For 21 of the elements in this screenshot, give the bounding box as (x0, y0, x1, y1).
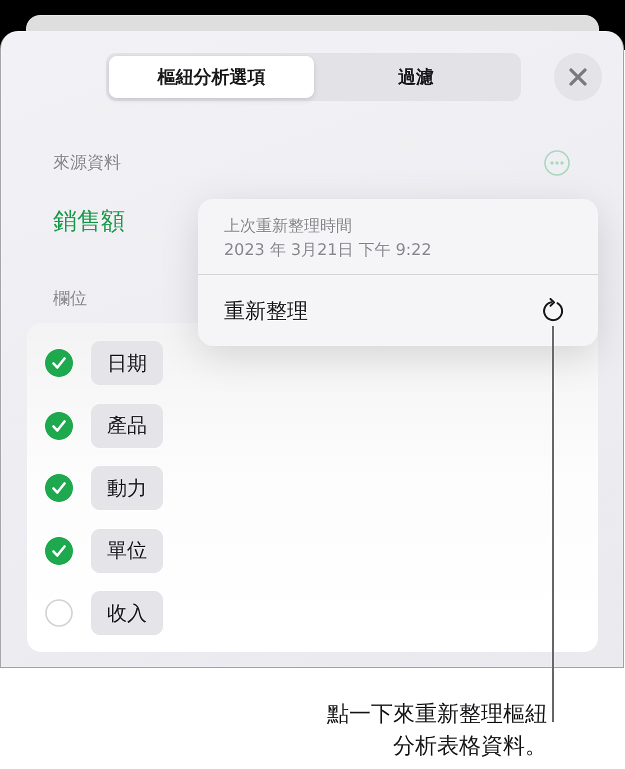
refresh-menu-item[interactable]: 重新整理 (198, 275, 598, 346)
checkbox-empty-icon[interactable] (45, 599, 73, 627)
field-token[interactable]: 收入 (91, 591, 163, 635)
callout-text: 點一下來重新整理樞紐分析表格資料。 (326, 701, 547, 761)
source-name: 銷售額 (53, 206, 125, 237)
refresh-timestamp: 2023 年 3月21日 下午 9:22 (224, 239, 432, 261)
field-token[interactable]: 產品 (91, 404, 163, 448)
checkbox-checked-icon[interactable] (45, 474, 73, 502)
refresh-caption: 上次重新整理時間 (224, 215, 352, 237)
checkbox-checked-icon[interactable] (45, 412, 73, 440)
tab[interactable]: 樞紐分析選項 (109, 56, 314, 98)
checkbox-checked-icon[interactable] (45, 349, 73, 377)
field-token[interactable]: 動力 (91, 466, 163, 510)
tab[interactable]: 過濾 (314, 56, 518, 98)
section-label: 欄位 (53, 288, 87, 311)
section-label: 來源資料 (53, 152, 121, 175)
close-icon (568, 67, 588, 87)
field-token[interactable]: 日期 (91, 341, 163, 385)
field-token[interactable]: 單位 (91, 528, 163, 572)
close-button[interactable] (554, 53, 602, 101)
checkbox-checked-icon[interactable] (45, 536, 73, 564)
